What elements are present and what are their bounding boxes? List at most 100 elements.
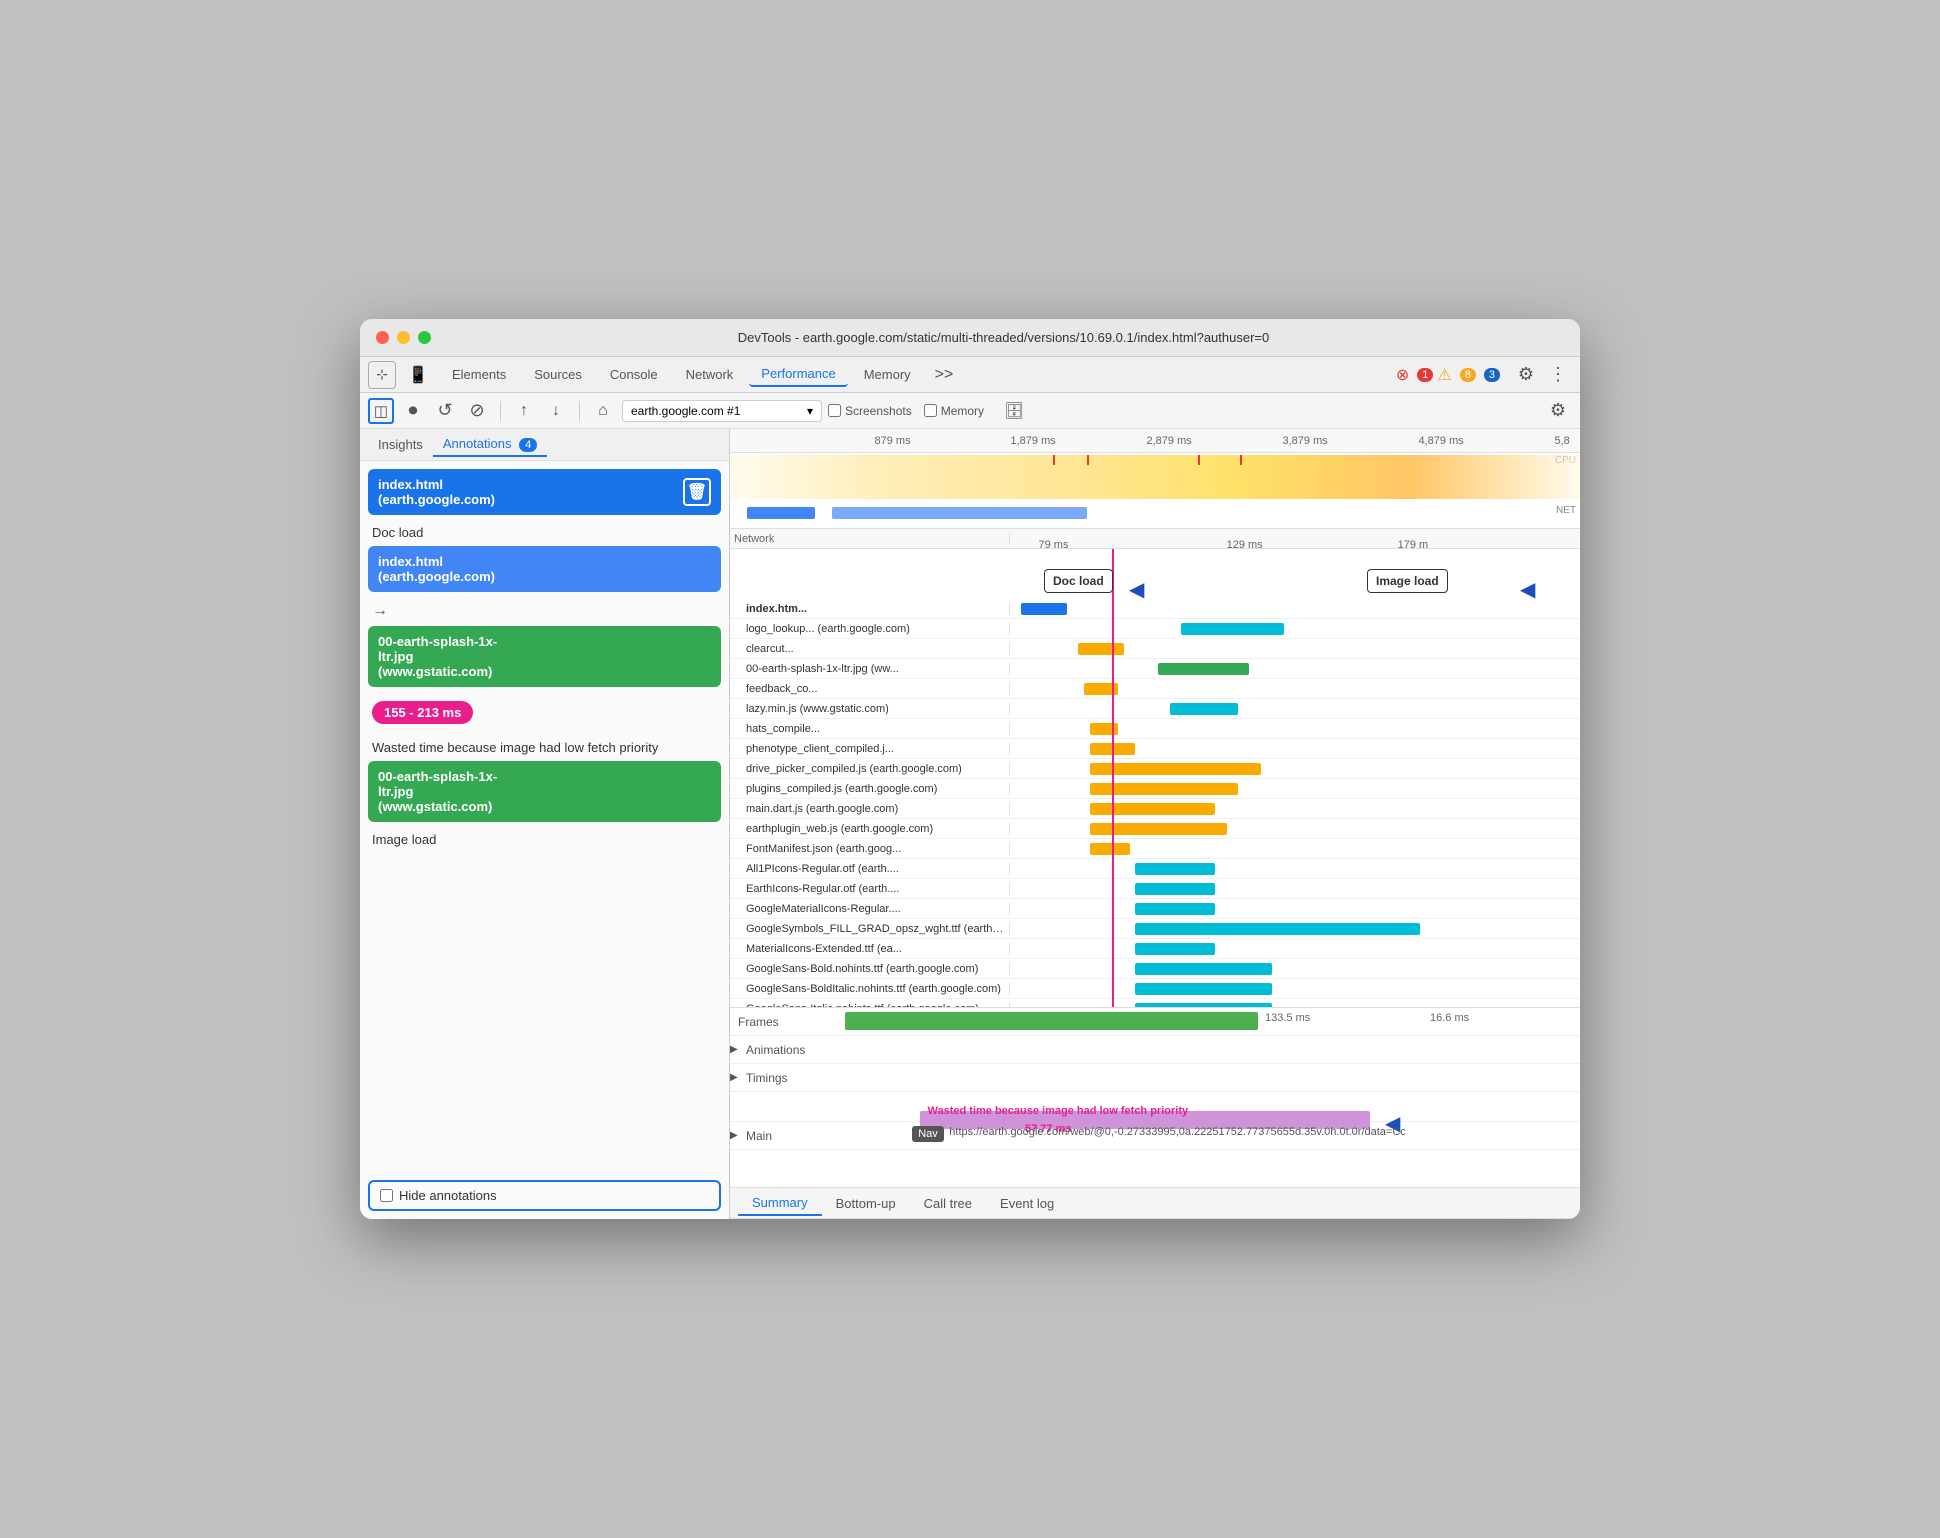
card4-line3: (www.gstatic.com) [378, 799, 711, 814]
network-row-all1picons[interactable]: All1PIcons-Regular.otf (earth.... [730, 859, 1580, 879]
net-area: NET [730, 503, 1580, 527]
network-row-earthicons[interactable]: EarthIcons-Regular.otf (earth.... [730, 879, 1580, 899]
net-label: NET [1556, 505, 1576, 516]
network-row-phenotype[interactable]: phenotype_client_compiled.j... [730, 739, 1580, 759]
screenshots-checkbox-label[interactable]: Screenshots [828, 404, 912, 418]
tab-bottomup[interactable]: Bottom-up [822, 1192, 910, 1215]
network-row-googleitalic[interactable]: GoogleSans-Italic.nohints.ttf (earth.goo… [730, 999, 1580, 1007]
network-row-googlebolditalic[interactable]: GoogleSans-BoldItalic.nohints.ttf (earth… [730, 979, 1580, 999]
net-bar-2 [832, 507, 1087, 519]
more-options-icon[interactable]: ⋮ [1544, 361, 1572, 389]
network-row-plugins[interactable]: plugins_compiled.js (earth.google.com) [730, 779, 1580, 799]
more-tabs-button[interactable]: >> [927, 366, 962, 384]
sidebar-toggle-icon[interactable]: ◫ [368, 398, 394, 424]
network-row-drivepicker[interactable]: drive_picker_compiled.js (earth.google.c… [730, 759, 1580, 779]
network-row-splash[interactable]: 00-earth-splash-1x-ltr.jpg (ww... [730, 659, 1580, 679]
row-label-1: index.htm... [730, 603, 1010, 615]
network-section-label: Network [730, 533, 1010, 545]
tab-memory[interactable]: Memory [852, 363, 923, 386]
reload-icon[interactable]: ↺ [432, 398, 458, 424]
timings-expand[interactable]: ▶ [730, 1072, 734, 1083]
net-bar-1 [747, 507, 815, 519]
tab-summary[interactable]: Summary [738, 1191, 822, 1216]
network-row-maindart[interactable]: main.dart.js (earth.google.com) [730, 799, 1580, 819]
tab-elements[interactable]: Elements [440, 363, 518, 386]
sidebar-tabs: Insights Annotations 4 [360, 429, 729, 461]
maximize-button[interactable] [418, 331, 431, 344]
row-label-materialext: MaterialIcons-Extended.ttf (ea... [730, 943, 1010, 955]
minimize-button[interactable] [397, 331, 410, 344]
wasted-row: Wasted time because image had low fetch … [730, 1092, 1580, 1122]
home-icon[interactable]: ⌂ [590, 398, 616, 424]
close-button[interactable] [376, 331, 389, 344]
bar-seg-maindart [1090, 803, 1215, 815]
network-row-materialext[interactable]: MaterialIcons-Extended.ttf (ea... [730, 939, 1580, 959]
network-row-earthplugin[interactable]: earthplugin_web.js (earth.google.com) [730, 819, 1580, 839]
bar-seg-all1picons [1135, 863, 1215, 875]
tab-insights[interactable]: Insights [368, 433, 433, 456]
animations-expand[interactable]: ▶ [730, 1044, 734, 1055]
image-load-arrow: ◀ [1520, 577, 1535, 602]
row-label-googlematerial: GoogleMaterialIcons-Regular.... [730, 903, 1010, 915]
clear-icon[interactable]: ⊘ [464, 398, 490, 424]
row-bar-materialext [1010, 939, 1580, 958]
network-row-1[interactable]: index.htm... [730, 599, 1580, 619]
animations-label: Animations [738, 1043, 838, 1057]
network-row-googlematerial[interactable]: GoogleMaterialIcons-Regular.... [730, 899, 1580, 919]
nav-pill: Nav [912, 1126, 944, 1142]
frames-row: Frames 133.5 ms 16.6 ms [730, 1008, 1580, 1036]
tab-network[interactable]: Network [674, 363, 746, 386]
annotations-badge: 4 [519, 438, 537, 452]
doc-load-section: Doc load [368, 519, 721, 546]
sidebar: Insights Annotations 4 index.html (earth… [360, 429, 730, 1219]
tab-performance[interactable]: Performance [749, 362, 847, 387]
pink-timeline-line [1112, 549, 1114, 1007]
network-row-fontmanifest[interactable]: FontManifest.json (earth.goog... [730, 839, 1580, 859]
tab-calltree[interactable]: Call tree [910, 1192, 986, 1215]
network-row-googlesymbols[interactable]: GoogleSymbols_FILL_GRAD_opsz_wght.ttf (e… [730, 919, 1580, 939]
settings-icon[interactable]: ⚙ [1512, 361, 1540, 389]
hide-annotations-row[interactable]: Hide annotations [368, 1180, 721, 1211]
tab-console[interactable]: Console [598, 363, 670, 386]
row-bar-plugins [1010, 779, 1580, 798]
main-expand[interactable]: ▶ [730, 1130, 734, 1141]
timings-row: ▶ Timings [730, 1064, 1580, 1092]
record-icon[interactable]: ⏺ [400, 398, 426, 424]
bar-seg-googlematerial [1135, 903, 1215, 915]
url-selector[interactable]: earth.google.com #1 ▾ [622, 400, 822, 422]
device-icon[interactable]: 📱 [404, 361, 432, 389]
inspect-icon[interactable]: ⊹ [368, 361, 396, 389]
upload-icon[interactable]: ↑ [511, 398, 537, 424]
wasted-annotation-text: Wasted time because image had low fetch … [928, 1105, 1189, 1117]
row-bar-clearcut [1010, 639, 1580, 658]
row-bar-lazy [1010, 699, 1580, 718]
download-icon[interactable]: ↓ [543, 398, 569, 424]
network-row-logo[interactable]: logo_lookup... (earth.google.com) [730, 619, 1580, 639]
cpu-spike-3 [1198, 455, 1200, 465]
network-row-lazy[interactable]: lazy.min.js (www.gstatic.com) [730, 699, 1580, 719]
settings-icon2[interactable]: ⚙ [1544, 397, 1572, 425]
annotation-card-2: index.html (earth.google.com) [368, 546, 721, 592]
hide-annotations-checkbox[interactable] [380, 1189, 393, 1202]
row-bar-all1picons [1010, 859, 1580, 878]
network-rows-container[interactable]: Doc load ◀ Image load ◀ index.htm... [730, 549, 1580, 1007]
delete-annotation-1[interactable]: 🗑 [683, 478, 711, 506]
image-load-section: Image load [368, 826, 721, 853]
tab-sources[interactable]: Sources [522, 363, 594, 386]
network-row-hats[interactable]: hats_compile... [730, 719, 1580, 739]
hide-annotations-label: Hide annotations [399, 1188, 497, 1203]
network-row-clearcut[interactable]: clearcut... [730, 639, 1580, 659]
tab-eventlog[interactable]: Event log [986, 1192, 1068, 1215]
network-row-feedback[interactable]: feedback_co... [730, 679, 1580, 699]
more-toolbar-icon[interactable]: 🗄 [1004, 401, 1024, 421]
memory-checkbox[interactable] [924, 404, 937, 417]
ruler-label-5: 4,879 ms [1419, 435, 1464, 447]
tab-annotations[interactable]: Annotations 4 [433, 432, 547, 457]
screenshots-checkbox[interactable] [828, 404, 841, 417]
row-label-lazy: lazy.min.js (www.gstatic.com) [730, 703, 1010, 715]
row-label-splash: 00-earth-splash-1x-ltr.jpg (ww... [730, 663, 1010, 675]
card1-line1: index.html [378, 477, 495, 492]
memory-checkbox-label[interactable]: Memory [924, 404, 984, 418]
overview-area: 879 ms 1,879 ms 2,879 ms 3,879 ms 4,879 … [730, 429, 1580, 529]
network-row-googleboldfont[interactable]: GoogleSans-Bold.nohints.ttf (earth.googl… [730, 959, 1580, 979]
